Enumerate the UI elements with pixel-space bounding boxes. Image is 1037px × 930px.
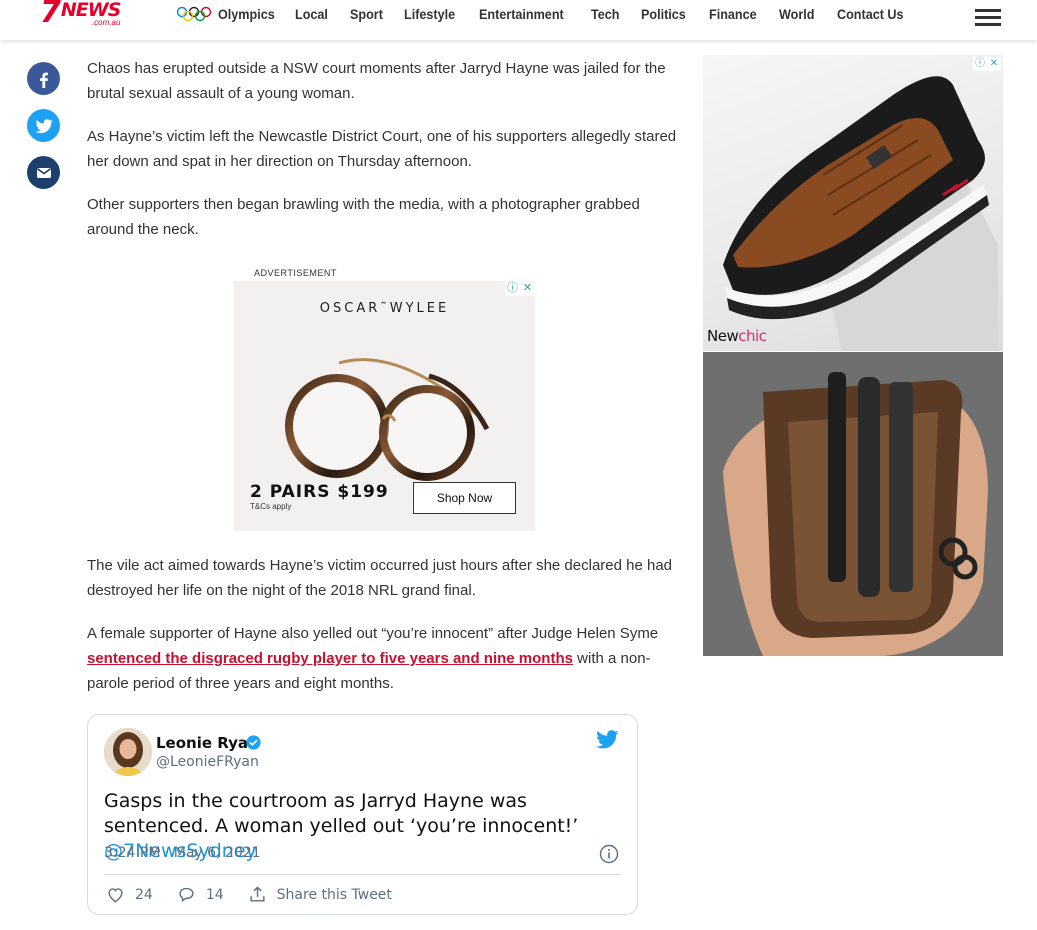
menu-hamburger-icon[interactable]: [975, 9, 1001, 26]
article-paragraph-5: A female supporter of Hayne also yelled …: [87, 625, 659, 692]
heart-icon: [108, 888, 123, 903]
share-tweet-label: Share this Tweet: [276, 886, 392, 903]
logo-seven: 7: [40, 0, 61, 30]
ad-terms-text: T&Cs apply: [250, 502, 292, 511]
olympic-rings-icon: [176, 6, 212, 22]
newchic-shoe-ad[interactable]: ⓘ ✕ Newchic: [703, 55, 1003, 351]
reply-count: 14: [205, 886, 224, 903]
adchoices-icon[interactable]: ⓘ: [505, 281, 520, 296]
logo-domain: .com.au: [91, 18, 121, 27]
close-ad-icon[interactable]: ✕: [520, 281, 535, 296]
nav-entertainment[interactable]: Entertainment: [479, 6, 564, 22]
leather-holster-image: [703, 352, 1003, 656]
info-icon[interactable]: [599, 844, 619, 864]
reply-bubble-icon: [179, 887, 194, 903]
site-logo[interactable]: 7 NEWS .com.au: [40, 0, 121, 30]
share-tweet-button[interactable]: Share this Tweet: [248, 885, 392, 904]
reply-button[interactable]: 14: [177, 885, 224, 904]
nav-contact-us[interactable]: Contact Us: [837, 6, 904, 22]
share-email-button[interactable]: [27, 156, 60, 189]
main-nav: Olympics Local Sport Lifestyle Entertain…: [176, 6, 929, 22]
nav-politics[interactable]: Politics: [641, 6, 686, 22]
nav-finance[interactable]: Finance: [709, 6, 757, 22]
embedded-tweet[interactable]: Leonie Ryan @LeonieFRyan Gasps in the co…: [87, 714, 638, 915]
tweet-author-handle[interactable]: @LeonieFRyan: [156, 754, 259, 770]
shoe-image: [723, 76, 998, 351]
article-paragraph-2: As Hayne’s victim left the Newcastle Dis…: [87, 128, 677, 170]
ad-offer-text: 2 PAIRS $199: [250, 482, 389, 502]
ad-brand: OSCAR˜WYLEE: [319, 301, 450, 316]
shop-now-button[interactable]: Shop Now: [413, 482, 516, 514]
like-count: 24: [135, 886, 153, 903]
share-facebook-button[interactable]: [27, 62, 60, 95]
nav-local[interactable]: Local: [295, 6, 328, 22]
sentence-article-link[interactable]: sentenced the disgraced rugby player to …: [87, 650, 573, 667]
nav-world[interactable]: World: [779, 6, 814, 22]
eyeglasses-image: [285, 358, 490, 481]
advertisement-label: ADVERTISEMENT: [254, 268, 337, 278]
close-ad-icon[interactable]: ✕: [987, 57, 1001, 71]
avatar[interactable]: [104, 728, 152, 776]
tweet-actions: 24 14 Share this Tweet: [106, 885, 416, 904]
article-paragraph-3: Other supporters then began brawling wit…: [87, 196, 640, 238]
adchoices-icon[interactable]: ⓘ: [973, 57, 987, 71]
site-header: 7 NEWS .com.au Olympics Local Sport Life…: [0, 0, 1037, 40]
newchic-logo: Newchic: [707, 327, 767, 345]
nav-sport[interactable]: Sport: [350, 6, 383, 22]
article-paragraph-1: Chaos has erupted outside a NSW court mo…: [87, 60, 666, 102]
leather-holster-ad[interactable]: [703, 352, 1003, 656]
twitter-bird-icon[interactable]: [596, 730, 619, 749]
verified-badge-icon: [246, 735, 261, 750]
facebook-icon: [39, 72, 48, 88]
nav-tech[interactable]: Tech: [591, 6, 619, 22]
email-icon: [36, 167, 51, 178]
article-paragraph-4: The vile act aimed towards Hayne’s victi…: [87, 557, 673, 599]
share-upload-icon: [250, 886, 265, 902]
share-twitter-button[interactable]: [27, 109, 60, 142]
twitter-icon: [35, 118, 53, 133]
author-photo: [104, 728, 152, 776]
tweet-divider: [104, 874, 621, 875]
ad-choices-badge[interactable]: ⓘ ✕: [973, 57, 1001, 71]
nav-olympics[interactable]: Olympics: [218, 6, 275, 22]
tweet-timestamp[interactable]: 3:24 PM · May 6, 2021: [104, 845, 261, 861]
ad-choices-badge[interactable]: ⓘ ✕: [505, 281, 535, 296]
like-button[interactable]: 24: [106, 885, 153, 904]
oscar-wylee-ad[interactable]: ⓘ ✕ OSCAR˜WYLEE 2 PAIRS $199 T&Cs apply …: [234, 281, 535, 531]
nav-lifestyle[interactable]: Lifestyle: [404, 6, 455, 22]
tweet-author-name[interactable]: Leonie Ryan: [156, 734, 259, 752]
